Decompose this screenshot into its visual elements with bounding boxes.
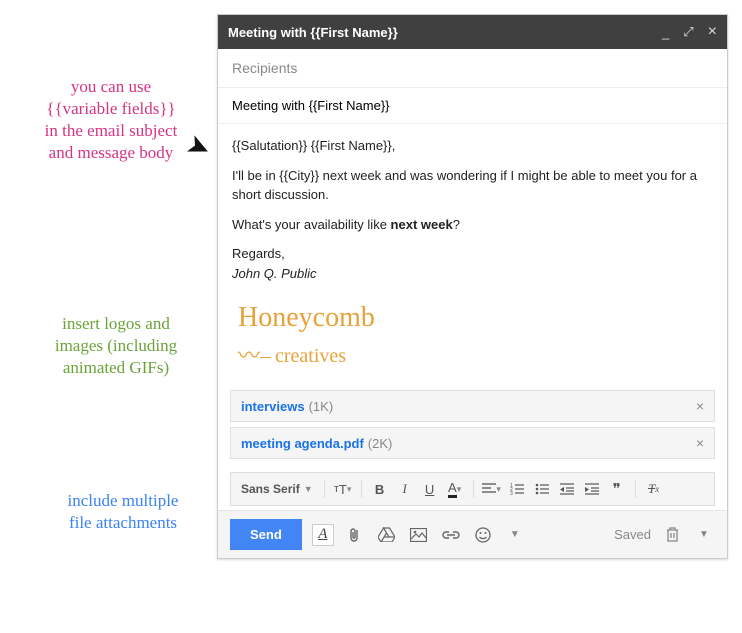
- formatting-toolbar: Sans Serif ▼ тT▾ B I U A▾ ▾ 123 ❞ Tx: [230, 472, 715, 506]
- attachments-list: interviews (1K) × meeting agenda.pdf (2K…: [218, 384, 727, 468]
- attachment-row[interactable]: interviews (1K) ×: [230, 390, 715, 422]
- attachment-row[interactable]: meeting agenda.pdf (2K) ×: [230, 427, 715, 459]
- remove-formatting-button[interactable]: Tx: [643, 477, 665, 501]
- insert-link-icon[interactable]: [440, 524, 462, 546]
- attachment-name: meeting agenda.pdf: [241, 436, 364, 451]
- font-select[interactable]: Sans Serif ▼: [237, 477, 317, 501]
- swirl-icon: 〰⎯: [238, 339, 271, 372]
- body-signature-name: John Q. Public: [232, 264, 713, 284]
- attachment-name: interviews: [241, 399, 305, 414]
- recipients-field[interactable]: Recipients: [218, 49, 727, 88]
- attachment-size: (2K): [368, 436, 393, 451]
- text-color-button[interactable]: A▾: [444, 477, 466, 501]
- quote-button[interactable]: ❞: [606, 477, 628, 501]
- body-closing: Regards,: [232, 244, 713, 264]
- annotation-attachments: include multiplefile attachments: [38, 490, 208, 534]
- expand-icon[interactable]: ⤢: [683, 24, 693, 40]
- bold-button[interactable]: B: [369, 477, 391, 501]
- compose-header: Meeting with {{First Name}} _ ⤢ ×: [218, 15, 727, 49]
- body-greeting: {{Salutation}} {{First Name}},: [232, 136, 713, 156]
- more-options-down-icon[interactable]: ▼: [504, 524, 526, 546]
- indent-more-button[interactable]: [581, 477, 603, 501]
- italic-button[interactable]: I: [394, 477, 416, 501]
- drive-icon[interactable]: [376, 524, 398, 546]
- discard-icon[interactable]: [661, 524, 683, 546]
- inline-logo: Honeycomb 〰⎯ creatives: [232, 293, 713, 382]
- compose-window: Meeting with {{First Name}} _ ⤢ × Recipi…: [217, 14, 728, 559]
- attachment-size: (1K): [309, 399, 334, 414]
- remove-attachment-icon[interactable]: ×: [696, 435, 704, 451]
- font-size-button[interactable]: тT▾: [332, 477, 354, 501]
- annotation-images: insert logos andimages (includinganimate…: [26, 313, 206, 379]
- saved-label: Saved: [614, 527, 651, 542]
- bullet-list-button[interactable]: [531, 477, 553, 501]
- align-button[interactable]: ▾: [481, 477, 503, 501]
- insert-photo-icon[interactable]: [408, 524, 430, 546]
- compose-title: Meeting with {{First Name}}: [228, 25, 662, 40]
- formatting-options-button[interactable]: A: [312, 524, 334, 546]
- logo-main-text: Honeycomb: [238, 297, 707, 339]
- attach-file-icon[interactable]: [344, 524, 366, 546]
- minimize-icon[interactable]: _: [662, 25, 669, 40]
- remove-attachment-icon[interactable]: ×: [696, 398, 704, 414]
- body-para1: I'll be in {{City}} next week and was wo…: [232, 166, 713, 205]
- send-button[interactable]: Send: [230, 519, 302, 550]
- numbered-list-button[interactable]: 123: [506, 477, 528, 501]
- close-icon[interactable]: ×: [708, 23, 717, 41]
- indent-less-button[interactable]: [556, 477, 578, 501]
- underline-button[interactable]: U: [419, 477, 441, 501]
- chevron-down-icon: ▼: [304, 484, 313, 494]
- body-para2: What's your availability like next week?: [232, 215, 713, 235]
- email-body[interactable]: {{Salutation}} {{First Name}}, I'll be i…: [218, 124, 727, 384]
- svg-text:3: 3: [510, 491, 513, 495]
- emoji-icon[interactable]: [472, 524, 494, 546]
- more-options-icon[interactable]: ▼: [693, 524, 715, 546]
- compose-footer: Send A ▼ Saved ▼: [218, 510, 727, 558]
- annotation-variables: you can use{{variable fields}}in the ema…: [16, 76, 206, 164]
- subject-field[interactable]: Meeting with {{First Name}}: [218, 88, 727, 124]
- logo-sub-text: creatives: [275, 341, 346, 371]
